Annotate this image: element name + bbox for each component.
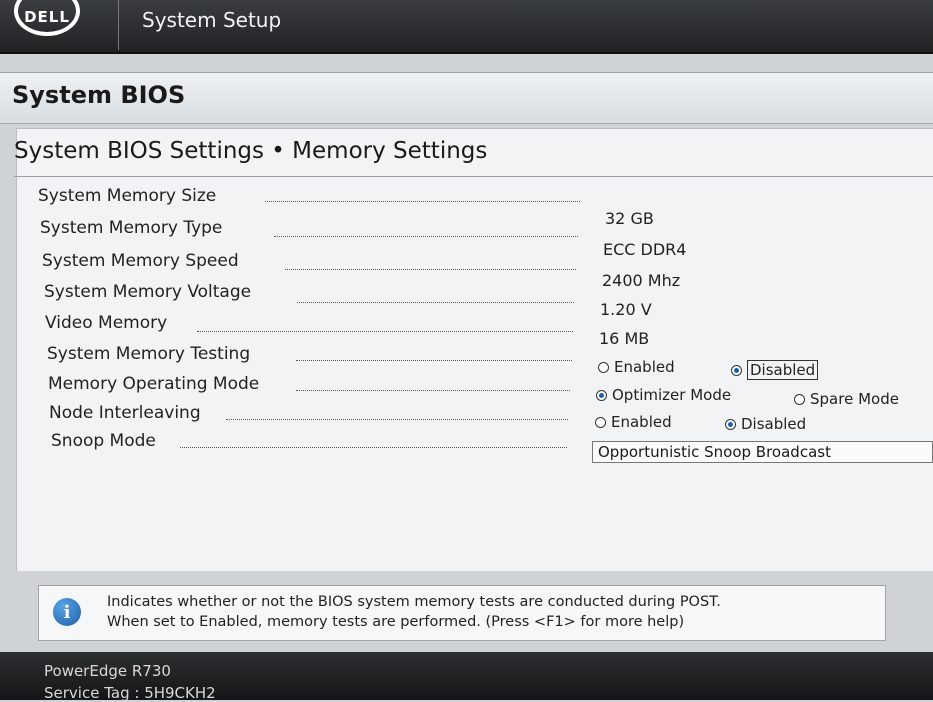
- help-text-line-2: When set to Enabled, memory tests are pe…: [107, 614, 685, 630]
- dotted-leader: [180, 447, 567, 448]
- model-name: PowerEdge R730: [44, 662, 171, 680]
- section-header: System BIOS: [0, 72, 933, 124]
- topbar-divider: [118, 0, 119, 50]
- dotted-leader: [285, 269, 576, 270]
- setting-row-memory-size[interactable]: System Memory Size 32 GB: [0, 186, 933, 228]
- radio-selected-icon: [596, 389, 607, 401]
- title-divider: [14, 176, 933, 177]
- radio-label: Enabled: [611, 413, 672, 431]
- dotted-leader: [265, 201, 580, 202]
- radio-unselected-icon: [595, 416, 606, 428]
- help-text-line-1: Indicates whether or not the BIOS system…: [107, 594, 721, 610]
- radio-selected-icon: [725, 418, 736, 430]
- setting-row-memory-voltage[interactable]: System Memory Voltage 1.20 V: [0, 282, 933, 319]
- dotted-leader: [226, 419, 568, 420]
- dotted-leader: [274, 236, 578, 237]
- section-title: System BIOS: [12, 81, 186, 109]
- page-title: System BIOS Settings • Memory Settings: [14, 138, 488, 164]
- setting-row-memory-operating-mode[interactable]: Memory Operating Mode Optimizer Mode Spa…: [0, 374, 933, 408]
- help-box: i Indicates whether or not the BIOS syst…: [38, 585, 886, 641]
- radio-label: Optimizer Mode: [612, 386, 732, 404]
- footer-bar: PowerEdge R730 Service Tag : 5H9CKH2: [0, 652, 933, 702]
- setting-row-memory-speed[interactable]: System Memory Speed 2400 Mhz: [0, 251, 933, 290]
- dotted-leader: [197, 331, 573, 332]
- radio-unselected-icon: [598, 361, 609, 373]
- dotted-leader: [296, 360, 572, 361]
- info-icon: i: [53, 598, 81, 626]
- service-tag: Service Tag : 5H9CKH2: [44, 684, 216, 702]
- setting-label: Node Interleaving: [49, 403, 201, 423]
- setting-label: System Memory Voltage: [44, 282, 252, 302]
- setting-label: System Memory Size: [38, 186, 217, 206]
- app-title: System Setup: [142, 8, 282, 32]
- dell-logo: DELL: [14, 0, 80, 36]
- setting-label: System Memory Type: [40, 218, 223, 238]
- top-bar: DELL System Setup: [0, 0, 933, 54]
- setting-label: Memory Operating Mode: [48, 374, 260, 394]
- radio-enabled[interactable]: Enabled: [595, 413, 672, 431]
- setting-label: Snoop Mode: [51, 431, 156, 451]
- setting-row-video-memory[interactable]: Video Memory 16 MB: [0, 313, 933, 348]
- dotted-leader: [297, 302, 574, 303]
- dotted-leader: [296, 390, 570, 391]
- setting-label: System Memory Testing: [47, 344, 251, 364]
- setting-row-memory-type[interactable]: System Memory Type ECC DDR4: [0, 218, 933, 259]
- setting-row-memory-testing[interactable]: System Memory Testing Enabled Disabled: [0, 344, 933, 380]
- setting-row-node-interleaving[interactable]: Node Interleaving Enabled Disabled: [0, 403, 933, 433]
- radio-optimizer-mode[interactable]: Optimizer Mode: [596, 386, 731, 404]
- setting-label: Video Memory: [45, 313, 168, 333]
- setting-label: System Memory Speed: [42, 251, 239, 271]
- snoop-mode-select[interactable]: Opportunistic Snoop Broadcast: [592, 441, 933, 463]
